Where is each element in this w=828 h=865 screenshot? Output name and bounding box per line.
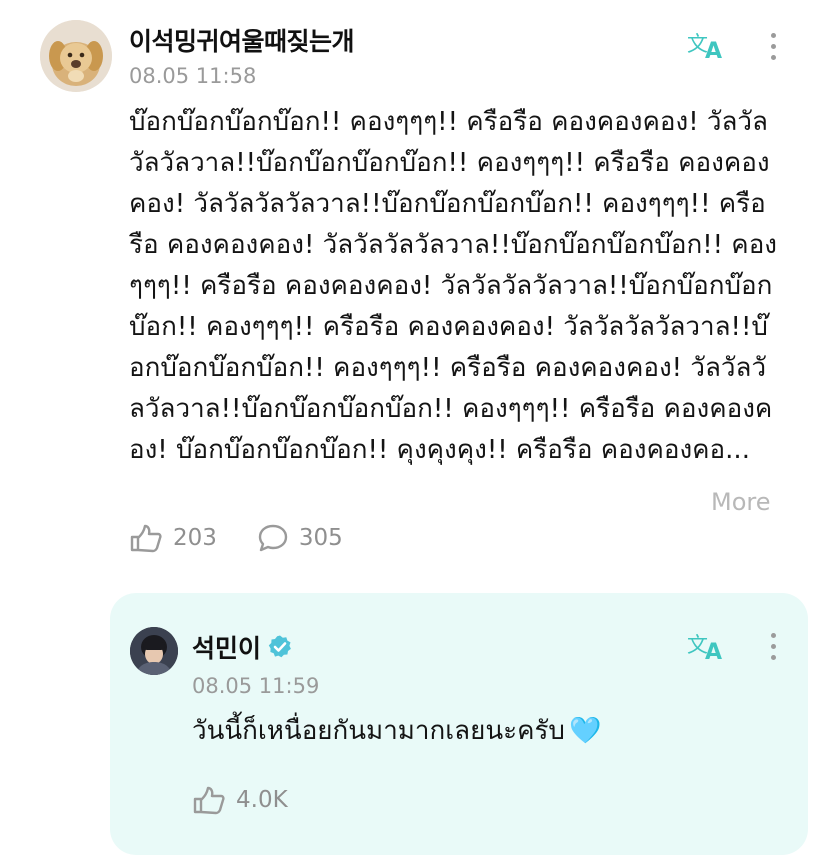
- reply-author-name[interactable]: 석민이: [192, 629, 261, 665]
- reply-card: 석민이 08.05 11:59 文 A วันนี้ก็เหนื่อยกันมา…: [110, 593, 808, 855]
- light-blue-heart-emoji: 🩵: [568, 715, 602, 746]
- translate-icon: 文 A: [687, 32, 722, 61]
- reply-author: 석민이: [192, 629, 293, 665]
- reply-stats: 4.0K: [192, 783, 328, 817]
- translate-button[interactable]: 文 A: [684, 24, 728, 64]
- post-stats: 203 305: [129, 521, 383, 555]
- svg-text:A: A: [705, 39, 722, 61]
- verified-badge-icon: [268, 635, 291, 658]
- comment-button[interactable]: 305: [257, 523, 343, 553]
- translate-icon: 文 A: [687, 633, 722, 662]
- post-body: บ๊อกบ๊อกบ๊อกบ๊อก!! คองๆๆๆ!! ครือรือ คองค…: [129, 107, 778, 465]
- reply-more-options-button[interactable]: [763, 626, 783, 666]
- post-card: 이석밍귀여울때짖는개 08.05 11:58 文 A บ๊อกบ๊อกบ๊อกบ…: [0, 0, 828, 570]
- author-avatar[interactable]: [40, 20, 112, 92]
- more-options-button[interactable]: [763, 26, 783, 66]
- more-link[interactable]: More: [707, 488, 771, 516]
- comment-bubble-icon: [258, 524, 288, 552]
- like-count: 203: [173, 525, 217, 551]
- reply-like-button[interactable]: 4.0K: [192, 785, 288, 815]
- reply-author-avatar[interactable]: [130, 627, 178, 675]
- reply-like-count: 4.0K: [236, 787, 288, 813]
- more-vertical-icon: [770, 32, 776, 38]
- reply-timestamp: 08.05 11:59: [192, 674, 320, 698]
- post-timestamp: 08.05 11:58: [129, 64, 257, 88]
- reply-translate-button[interactable]: 文 A: [684, 625, 728, 665]
- svg-text:A: A: [705, 640, 722, 662]
- reply-body-line: วันนี้ก็เหนื่อยกันมามากเลยนะครับ 🩵: [192, 710, 601, 751]
- like-hand-icon: [193, 786, 225, 815]
- like-button[interactable]: 203: [129, 523, 217, 553]
- more-vertical-icon: [770, 632, 776, 638]
- like-hand-icon: [130, 524, 162, 553]
- comment-count: 305: [298, 525, 343, 551]
- reply-body: วันนี้ก็เหนื่อยกันมามากเลยนะครับ: [192, 716, 565, 746]
- author-name[interactable]: 이석밍귀여울때짖는개: [129, 22, 355, 58]
